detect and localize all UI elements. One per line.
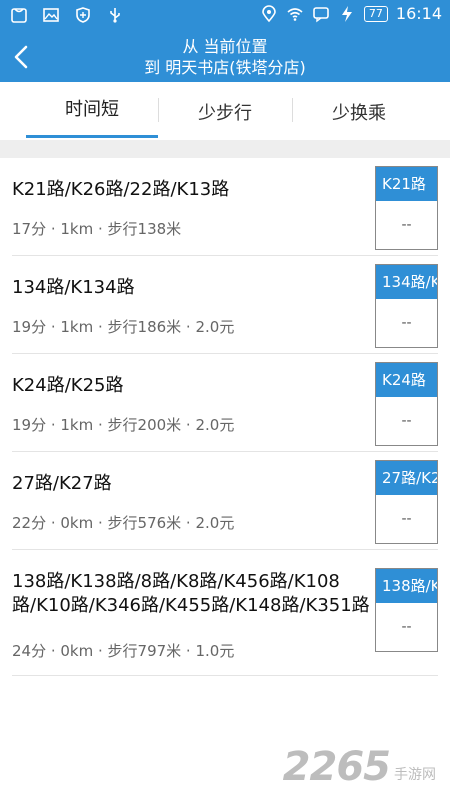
route-lines: 27路/K27路 xyxy=(12,473,112,494)
status-bar: 77 16:14 xyxy=(0,0,450,32)
header: 从 当前位置 到 明天书店(铁塔分店) xyxy=(0,32,450,82)
watermark-text: 手游网 xyxy=(394,767,436,783)
first-line-badge[interactable]: K21路 -- xyxy=(375,166,438,250)
badge-arrival: -- xyxy=(401,315,412,331)
back-arrow-icon[interactable] xyxy=(8,41,36,73)
wifi-icon xyxy=(287,7,303,21)
route-lines: 138路/K138路/8路/K8路/K456路/K108路/K10路/K346路… xyxy=(12,571,370,616)
route-summary: 24分 · 0km · 步行797米 · 1.0元 xyxy=(12,642,235,660)
battery-level: 77 xyxy=(363,5,388,22)
badge-line-name: K24路 xyxy=(376,363,437,397)
shield-icon xyxy=(76,7,90,23)
route-summary: 17分 · 1km · 步行138米 xyxy=(12,220,182,238)
tab-bar: 时间短 少步行 少换乘 xyxy=(0,82,450,140)
tab-fastest[interactable]: 时间短 xyxy=(26,82,158,140)
route-summary: 19分 · 1km · 步行200米 · 2.0元 xyxy=(12,416,235,434)
badge-arrival: -- xyxy=(401,511,412,527)
destination-label: 到 明天书店(铁塔分店) xyxy=(144,58,306,77)
route-lines: K24路/K25路 xyxy=(12,375,124,396)
badge-arrival: -- xyxy=(401,217,412,233)
tab-least-walking[interactable]: 少步行 xyxy=(160,86,290,144)
location-icon xyxy=(262,4,276,22)
message-icon xyxy=(313,6,329,22)
badge-arrival: -- xyxy=(401,413,412,429)
first-line-badge[interactable]: K24路 -- xyxy=(375,362,438,446)
route-endpoints: 从 当前位置 到 明天书店(铁塔分店) xyxy=(60,36,390,78)
watermark-number: 2265 xyxy=(282,744,391,790)
badge-arrival: -- xyxy=(401,619,412,635)
active-tab-indicator xyxy=(26,135,158,138)
gallery-icon xyxy=(43,8,59,22)
tab-fewest-transfers[interactable]: 少换乘 xyxy=(294,86,424,144)
route-lines: 134路/K134路 xyxy=(12,277,135,298)
route-summary: 22分 · 0km · 步行576米 · 2.0元 xyxy=(12,514,235,532)
route-row[interactable]: 138路/K138路/8路/K8路/K456路/K108路/K10路/K346路… xyxy=(0,550,450,676)
tab-divider xyxy=(158,98,159,122)
clock: 16:14 xyxy=(395,4,442,23)
first-line-badge[interactable]: 27路/K2 -- xyxy=(375,460,438,544)
section-divider xyxy=(0,140,450,158)
route-lines: K21路/K26路/22路/K13路 xyxy=(12,179,230,200)
badge-line-name: K21路 xyxy=(376,167,437,201)
tab-fewest-transfers-label: 少换乘 xyxy=(332,103,386,124)
route-summary: 19分 · 1km · 步行186米 · 2.0元 xyxy=(12,318,235,336)
app-store-icon xyxy=(11,8,27,23)
route-row[interactable]: K21路/K26路/22路/K13路 17分 · 1km · 步行138米 K2… xyxy=(0,158,450,256)
watermark: 2265 手游网 xyxy=(283,744,436,790)
first-line-badge[interactable]: 134路/K -- xyxy=(375,264,438,348)
badge-line-name: 27路/K2 xyxy=(376,461,437,495)
tab-fastest-label: 时间短 xyxy=(65,99,119,120)
tab-least-walking-label: 少步行 xyxy=(198,103,252,124)
route-row[interactable]: 27路/K27路 22分 · 0km · 步行576米 · 2.0元 27路/K… xyxy=(0,452,450,550)
route-row[interactable]: 134路/K134路 19分 · 1km · 步行186米 · 2.0元 134… xyxy=(0,256,450,354)
charging-icon xyxy=(341,5,352,22)
tab-divider xyxy=(292,98,293,122)
origin-label: 从 当前位置 xyxy=(182,37,268,56)
first-line-badge[interactable]: 138路/K -- xyxy=(375,568,438,652)
route-row[interactable]: K24路/K25路 19分 · 1km · 步行200米 · 2.0元 K24路… xyxy=(0,354,450,452)
route-list: K21路/K26路/22路/K13路 17分 · 1km · 步行138米 K2… xyxy=(0,158,450,676)
usb-icon xyxy=(110,8,120,23)
badge-line-name: 138路/K xyxy=(376,569,437,603)
badge-line-name: 134路/K xyxy=(376,265,437,299)
